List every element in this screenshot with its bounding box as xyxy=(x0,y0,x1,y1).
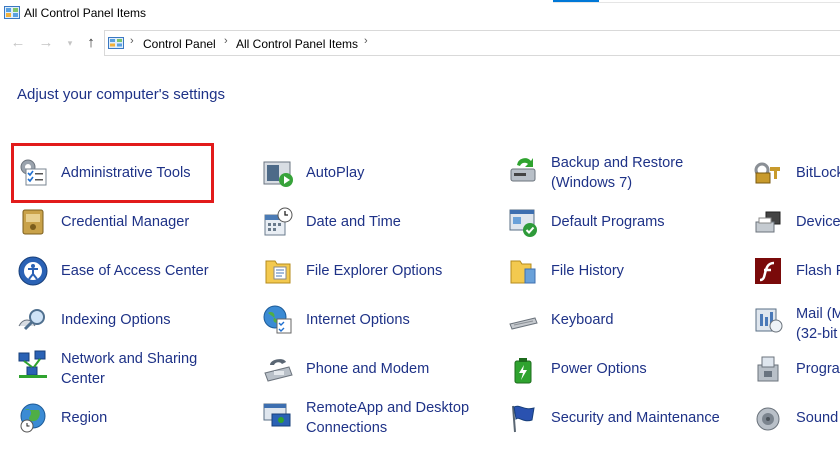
autoplay-icon xyxy=(263,161,293,187)
breadcrumb-all-items[interactable]: All Control Panel Items xyxy=(236,37,358,51)
flash-player-icon xyxy=(755,258,781,284)
region-icon xyxy=(20,403,46,433)
item-sound[interactable]: Sound xyxy=(752,402,840,442)
item-label: Region xyxy=(61,410,108,426)
window-title: All Control Panel Items xyxy=(24,6,147,20)
breadcrumb-control-panel[interactable]: Control Panel xyxy=(143,37,216,51)
item-internet-options[interactable]: Internet Options xyxy=(262,304,462,344)
item-mail[interactable]: Mail (M (32-bit xyxy=(752,304,840,344)
item-ease-of-access-center[interactable]: Ease of Access Center xyxy=(17,255,217,295)
item-devices[interactable]: Device xyxy=(752,206,840,246)
internet-options-icon xyxy=(263,305,292,334)
item-security-and-maintenance[interactable]: Security and Maintenance xyxy=(507,402,737,442)
item-label-line1: RemoteApp and Desktop xyxy=(306,400,470,416)
programs-features-icon xyxy=(757,356,779,382)
item-label: File Explorer Options xyxy=(306,263,443,279)
breadcrumb-chevron-icon[interactable]: › xyxy=(364,35,368,47)
item-label-line2: Center xyxy=(61,371,105,387)
sound-speaker-icon xyxy=(756,407,780,431)
item-file-explorer-options[interactable]: File Explorer Options xyxy=(262,255,462,295)
up-arrow-icon[interactable]: ↑ xyxy=(83,35,99,51)
item-bitlocker[interactable]: BitLock xyxy=(752,157,840,197)
default-programs-icon xyxy=(509,209,537,237)
item-label: Default Programs xyxy=(551,214,665,230)
selection-highlight-box xyxy=(11,143,214,203)
file-history-icon xyxy=(510,260,536,284)
item-power-options[interactable]: Power Options xyxy=(507,353,707,393)
item-default-programs[interactable]: Default Programs xyxy=(507,206,707,246)
item-label: Indexing Options xyxy=(61,312,171,328)
control-panel-icon xyxy=(108,37,124,49)
ease-of-access-icon xyxy=(18,256,48,286)
item-label: Credential Manager xyxy=(61,214,190,230)
credential-manager-icon xyxy=(22,209,44,235)
item-label-line1: Backup and Restore xyxy=(551,155,684,171)
item-label: Device xyxy=(796,214,840,230)
item-label: BitLock xyxy=(796,165,840,181)
page-heading: Adjust your computer's settings xyxy=(17,86,225,103)
back-arrow-icon[interactable]: ← xyxy=(10,35,26,51)
backup-restore-icon xyxy=(510,158,536,182)
item-label: Flash P xyxy=(796,263,840,279)
item-label-line2: (32-bit xyxy=(796,326,838,342)
control-panel-icon xyxy=(4,6,20,19)
phone-modem-icon xyxy=(264,359,293,382)
item-label: Sound xyxy=(796,410,839,426)
item-credential-manager[interactable]: Credential Manager xyxy=(17,206,217,246)
power-options-icon xyxy=(514,358,532,384)
title-bar: All Control Panel Items xyxy=(0,0,840,26)
item-label: Keyboard xyxy=(551,312,614,328)
item-label: Security and Maintenance xyxy=(551,410,720,426)
item-file-history[interactable]: File History xyxy=(507,255,707,295)
item-label: Internet Options xyxy=(306,312,410,328)
item-programs-and-features[interactable]: Progra xyxy=(752,353,840,393)
item-date-and-time[interactable]: Date and Time xyxy=(262,206,462,246)
item-network-and-sharing-center[interactable]: Network and Sharing Center xyxy=(17,349,217,389)
file-explorer-options-icon xyxy=(265,260,291,284)
item-label: Power Options xyxy=(551,361,647,377)
item-label-line1: Mail (M xyxy=(796,306,840,322)
item-label: Date and Time xyxy=(306,214,401,230)
item-backup-and-restore[interactable]: Backup and Restore (Windows 7) xyxy=(507,153,727,193)
item-label: AutoPlay xyxy=(306,165,365,181)
item-label: Ease of Access Center xyxy=(61,263,209,279)
indexing-options-icon xyxy=(18,309,45,331)
breadcrumb-chevron-icon[interactable]: › xyxy=(130,35,134,47)
item-label-line2: (Windows 7) xyxy=(551,175,633,191)
bitlocker-icon xyxy=(754,162,780,184)
item-phone-and-modem[interactable]: Phone and Modem xyxy=(262,353,462,393)
breadcrumb-chevron-icon[interactable]: › xyxy=(224,35,228,47)
item-keyboard[interactable]: Keyboard xyxy=(507,304,707,344)
item-label: Phone and Modem xyxy=(306,361,430,377)
item-remoteapp-and-desktop-connections[interactable]: RemoteApp and Desktop Connections xyxy=(262,398,492,438)
item-label-line1: Network and Sharing xyxy=(61,351,198,367)
toolbar-divider xyxy=(553,2,840,3)
mail-icon xyxy=(755,308,783,333)
item-indexing-options[interactable]: Indexing Options xyxy=(17,304,217,344)
security-maintenance-flag-icon xyxy=(512,405,535,433)
remoteapp-icon xyxy=(263,403,291,427)
keyboard-icon xyxy=(509,317,538,330)
date-time-icon xyxy=(264,207,293,236)
item-region[interactable]: Region xyxy=(17,402,217,442)
network-sharing-icon xyxy=(18,350,47,378)
item-label-line2: Connections xyxy=(306,420,388,436)
address-bar[interactable]: › Control Panel › All Control Panel Item… xyxy=(104,30,840,56)
item-autoplay[interactable]: AutoPlay xyxy=(262,157,462,197)
devices-printers-icon xyxy=(755,211,781,233)
item-flash-player[interactable]: Flash P xyxy=(752,255,840,295)
recent-locations-chevron-icon[interactable]: ▾ xyxy=(62,35,78,51)
item-label: Progra xyxy=(796,361,840,377)
item-label: File History xyxy=(551,263,624,279)
forward-arrow-icon[interactable]: → xyxy=(38,35,54,51)
